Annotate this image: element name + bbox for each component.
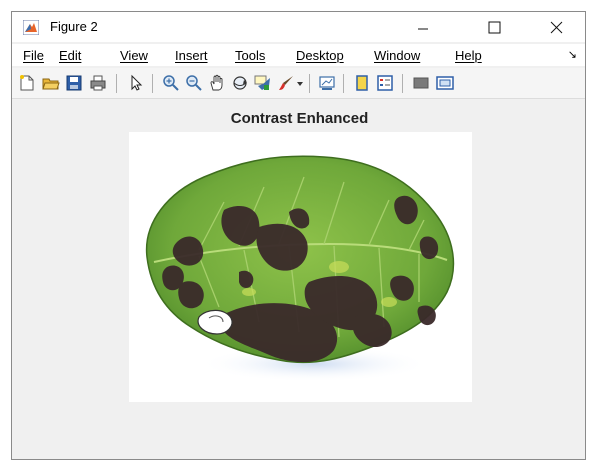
maximize-icon <box>488 21 500 33</box>
minimize-button[interactable] <box>400 12 446 42</box>
figure-window: Figure 2 File Edit View Insert Tools Des… <box>11 11 586 460</box>
window-title: Figure 2 <box>50 19 98 34</box>
menu-view[interactable]: View <box>120 48 148 63</box>
leaf-image <box>129 132 472 402</box>
menu-tools[interactable]: Tools <box>235 48 265 63</box>
menu-window[interactable]: Window <box>374 48 420 63</box>
pan-hand-icon[interactable] <box>208 74 226 92</box>
close-button[interactable] <box>533 12 579 42</box>
open-file-icon[interactable] <box>42 74 60 92</box>
toolbar-separator <box>152 74 153 93</box>
matlab-logo-icon <box>23 20 39 35</box>
menu-file[interactable]: File <box>23 48 44 63</box>
menu-edit[interactable]: Edit <box>59 48 81 63</box>
figure-toolbar <box>12 68 585 99</box>
toolbar-separator <box>402 74 403 93</box>
minimize-icon <box>418 28 428 30</box>
brush-icon[interactable] <box>277 74 295 92</box>
menu-bar: File Edit View Insert Tools Desktop Wind… <box>12 44 585 66</box>
toolbar-separator <box>309 74 310 93</box>
title-bar: Figure 2 <box>12 12 585 42</box>
hide-plot-tools-icon[interactable] <box>412 74 430 92</box>
rotate-3d-icon[interactable] <box>231 74 249 92</box>
axes-title: Contrast Enhanced <box>230 110 369 127</box>
zoom-in-icon[interactable] <box>162 74 180 92</box>
new-figure-icon[interactable] <box>18 74 36 92</box>
print-icon[interactable] <box>89 74 107 92</box>
zoom-out-icon[interactable] <box>185 74 203 92</box>
toolbar-separator <box>116 74 117 93</box>
brush-dropdown-icon[interactable] <box>296 74 304 92</box>
diseased-leaf-image <box>145 155 455 382</box>
link-plot-icon[interactable] <box>318 74 336 92</box>
menu-desktop[interactable]: Desktop <box>296 48 344 63</box>
show-plot-tools-icon[interactable] <box>436 74 454 92</box>
insert-colorbar-icon[interactable] <box>353 74 371 92</box>
select-arrow-icon[interactable] <box>127 74 145 92</box>
menu-insert[interactable]: Insert <box>175 48 208 63</box>
menu-help[interactable]: Help <box>455 48 482 63</box>
toolbar-separator <box>343 74 344 93</box>
menu-overflow-arrow-icon[interactable]: ↘ <box>568 48 577 61</box>
close-icon <box>550 21 562 33</box>
save-icon[interactable] <box>65 74 83 92</box>
maximize-button[interactable] <box>471 12 517 42</box>
data-cursor-icon[interactable] <box>254 74 272 92</box>
insert-legend-icon[interactable] <box>376 74 394 92</box>
